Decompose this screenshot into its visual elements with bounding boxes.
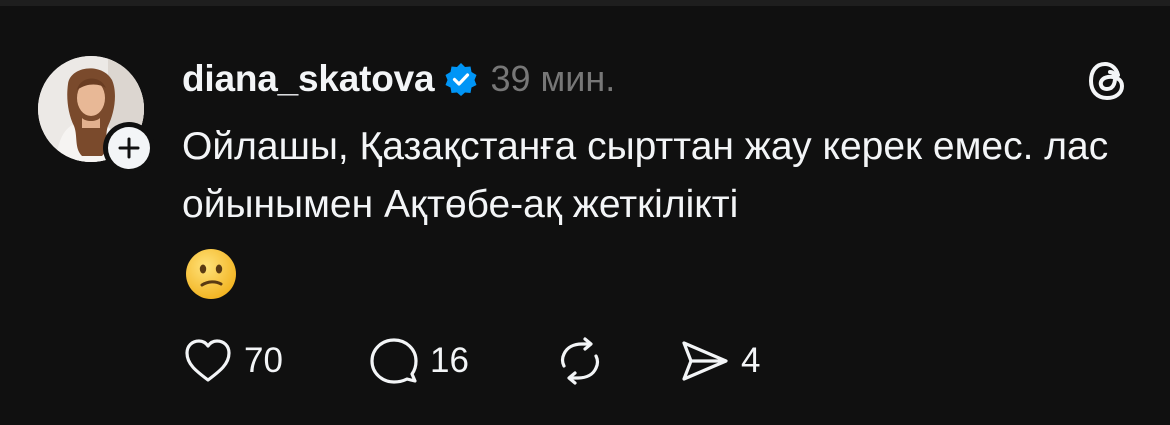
timestamp: 39 мин. (490, 58, 616, 99)
reply-button[interactable]: 16 (368, 334, 554, 388)
action-bar: 70 16 4 (182, 334, 760, 388)
verified-badge-icon (444, 62, 478, 96)
username[interactable]: diana_skatova (182, 58, 435, 100)
share-count: 4 (741, 341, 761, 380)
heart-icon (185, 339, 231, 382)
top-divider (0, 0, 1170, 6)
threads-logo-icon[interactable] (1085, 58, 1131, 104)
follow-button-circle (108, 127, 150, 169)
share-button[interactable]: 4 (679, 334, 760, 388)
confused-face-emoji-icon (184, 247, 238, 301)
plus-icon (118, 137, 140, 159)
like-count: 70 (244, 341, 283, 380)
reply-count: 16 (430, 341, 469, 380)
like-button[interactable]: 70 (182, 334, 368, 388)
repost-button[interactable] (554, 334, 679, 388)
post-text: Ойлашы, Қазақстанға сырттан жау керек ем… (182, 125, 1109, 226)
repost-icon (560, 337, 600, 385)
post-header: diana_skatova 39 мин. (182, 55, 615, 103)
send-icon (682, 341, 728, 381)
comment-icon (370, 338, 418, 384)
follow-button[interactable] (103, 122, 155, 174)
